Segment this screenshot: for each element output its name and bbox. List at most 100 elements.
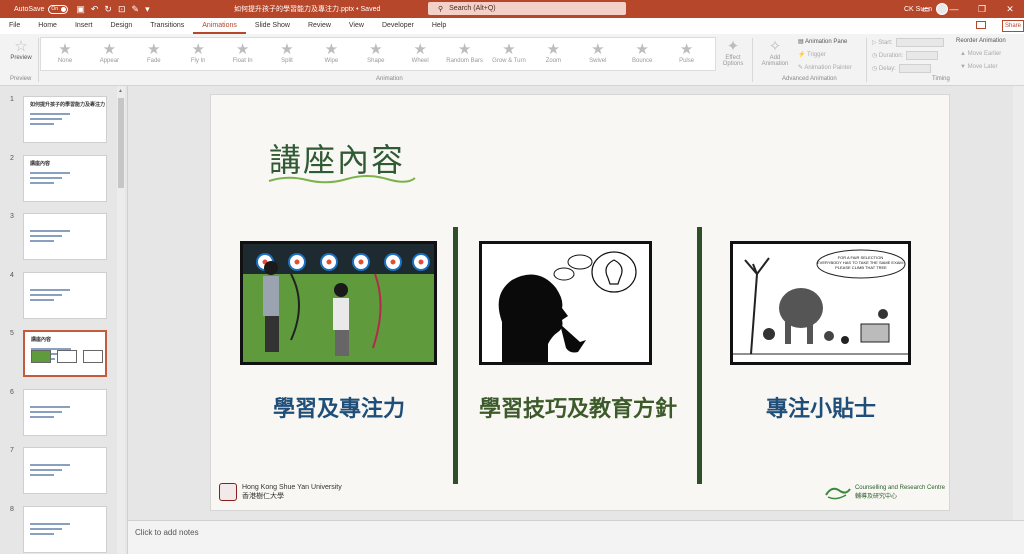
thumbnail-text-line: [30, 288, 70, 291]
title-bar: AutoSave On ▣ ↶ ↻ ⊡ ✎ ▾ 如何提升孩子的學習能力及專注力.…: [0, 0, 1024, 18]
duration-field[interactable]: ◷ Duration:: [872, 51, 939, 60]
thumbnail-text-line: [30, 123, 54, 125]
animation-none[interactable]: ★ None: [43, 41, 87, 64]
tab-animations[interactable]: Animations: [193, 18, 246, 34]
animation-wheel[interactable]: ★ Wheel: [398, 41, 442, 64]
star-icon: ★: [679, 41, 694, 58]
undo-icon[interactable]: ↶: [91, 4, 99, 15]
slide-thumbnail-7[interactable]: [23, 447, 107, 494]
thumbnail-text-line: [30, 171, 70, 174]
animation-zoom[interactable]: ★ Zoom: [531, 41, 575, 64]
slide-scrollbar[interactable]: [1013, 86, 1024, 520]
star-icon: ★: [324, 41, 339, 58]
thumbnail-number: 7: [10, 447, 14, 454]
thumbnail-text-line: [30, 176, 62, 179]
preview-button[interactable]: ☆ Preview: [6, 38, 36, 61]
animation-swivel[interactable]: ★ Swivel: [576, 41, 620, 64]
effect-options-button[interactable]: ✦ Effect Options: [718, 38, 748, 67]
separator: [38, 38, 39, 82]
tab-help[interactable]: Help: [423, 18, 455, 34]
search-icon: ⚲: [438, 5, 444, 13]
save-icon[interactable]: ▣: [76, 4, 85, 15]
restore-icon[interactable]: ❐: [968, 0, 996, 18]
slide-thumbnail-3[interactable]: [23, 213, 107, 260]
thumbnail-number: 1: [10, 96, 14, 103]
thumbnail-number: 5: [10, 330, 14, 337]
animation-float-in[interactable]: ★ Float In: [221, 41, 265, 64]
animation-split[interactable]: ★ Split: [265, 41, 309, 64]
add-animation-button[interactable]: ✧ Add Animation: [756, 38, 794, 67]
tab-transitions[interactable]: Transitions: [141, 18, 193, 34]
tab-insert[interactable]: Insert: [66, 18, 102, 34]
fair-selection-cartoon[interactable]: FOR A FAIR SELECTION EVERYBODY HAS TO TA…: [730, 241, 911, 365]
slide-thumbnail-8[interactable]: [23, 505, 107, 553]
animation-appear[interactable]: ★ Appear: [87, 41, 131, 64]
caption-focus-tips[interactable]: 專注小貼士: [723, 391, 919, 423]
animation-random-bars[interactable]: ★ Random Bars: [443, 41, 487, 64]
move-later-button[interactable]: ▼ Move Later: [960, 64, 998, 70]
caption-learning-skills[interactable]: 學習技巧及教育方針: [465, 391, 691, 423]
column-divider: [697, 227, 702, 484]
ribbon-options-icon[interactable]: ▭: [912, 0, 940, 18]
tab-file[interactable]: File: [0, 18, 29, 34]
search-box[interactable]: ⚲ Search (Alt+Q): [428, 2, 626, 15]
animation-gallery: ★ None ★ Appear ★ Fade ★ Fly In ★ Float In ★ Split ★…: [40, 37, 716, 71]
reorder-label: Reorder Animation: [956, 38, 1006, 44]
pen-icon[interactable]: ✎: [132, 4, 140, 15]
thumbnail-text-line: [30, 469, 62, 471]
animation-shape[interactable]: ★ Shape: [354, 41, 398, 64]
minimize-icon[interactable]: —: [940, 0, 968, 18]
thumbnail-text-line: [30, 293, 62, 296]
close-icon[interactable]: ✕: [996, 0, 1024, 18]
tab-review[interactable]: Review: [299, 18, 340, 34]
start-field[interactable]: ▷ Start:: [872, 38, 944, 47]
thumbnail-number: 8: [10, 505, 14, 513]
notes-pane[interactable]: Click to add notes: [128, 520, 1024, 554]
counselling-centre-logo: Counselling and Research Centre 輔導及研究中心: [822, 483, 945, 501]
animation-pane-button[interactable]: ▤ Animation Pane: [798, 38, 847, 45]
share-button[interactable]: Share: [1002, 20, 1024, 32]
shue-yan-logo: Hong Kong Shue Yan University 香港樹仁大學: [219, 483, 342, 501]
move-earlier-button[interactable]: ▲ Move Earlier: [960, 51, 1001, 57]
slide-thumbnail-4[interactable]: [23, 271, 107, 319]
delay-input[interactable]: [898, 64, 931, 73]
tab-developer[interactable]: Developer: [373, 18, 423, 34]
trigger-button[interactable]: ⚡ Trigger: [798, 51, 826, 58]
animation-painter-button[interactable]: ✎ Animation Painter: [798, 64, 852, 71]
animation-grow-turn[interactable]: ★ Grow & Turn: [487, 41, 531, 64]
tab-slide-show[interactable]: Slide Show: [246, 18, 299, 34]
thinking-silhouette-image[interactable]: [479, 241, 652, 365]
caption-learning-attention[interactable]: 學習及專注力: [239, 391, 439, 423]
thumbnails-scrollbar[interactable]: ▲: [117, 86, 125, 554]
current-slide[interactable]: 講座內容 FOR A FAIR SELECTION EVERYBODY HAS …: [210, 94, 950, 511]
delay-field[interactable]: ◷ Delay:: [872, 64, 931, 73]
animation-fade[interactable]: ★ Fade: [132, 41, 176, 64]
archery-photo[interactable]: [240, 241, 437, 365]
slide-thumbnail-1[interactable]: 如何提升孩子的學習能力及專注力: [23, 96, 107, 143]
tab-home[interactable]: Home: [29, 18, 66, 34]
present-icon[interactable]: ⊡: [118, 4, 126, 15]
thumbnail-text-line: [30, 532, 54, 535]
star-icon: ★: [235, 41, 250, 58]
duration-input[interactable]: [906, 51, 939, 60]
animation-fly-in[interactable]: ★ Fly In: [176, 41, 220, 64]
slide-thumbnail-5[interactable]: 講座內容: [23, 330, 107, 377]
animation-pulse[interactable]: ★ Pulse: [665, 41, 709, 64]
customize-icon[interactable]: ▾: [145, 4, 150, 15]
logo-left-chinese: 香港樹仁大學: [242, 492, 284, 500]
tab-design[interactable]: Design: [101, 18, 141, 34]
comments-icon[interactable]: [976, 21, 986, 29]
scroll-up-icon[interactable]: ▲: [118, 88, 123, 94]
redo-icon[interactable]: ↻: [104, 4, 112, 15]
notes-placeholder[interactable]: Click to add notes: [135, 528, 199, 537]
slide-thumbnail-6[interactable]: [23, 388, 107, 436]
slide-thumbnail-2[interactable]: 講座內容: [23, 154, 107, 202]
animation-wipe[interactable]: ★ Wipe: [309, 41, 353, 64]
start-dropdown[interactable]: [895, 38, 944, 47]
thumbnail-number: 2: [10, 154, 14, 162]
autosave-toggle[interactable]: On: [48, 4, 69, 14]
tab-view[interactable]: View: [340, 18, 373, 34]
scrollbar-thumb[interactable]: [118, 98, 124, 188]
star-icon: ★: [546, 41, 561, 58]
animation-bounce[interactable]: ★ Bounce: [620, 41, 664, 64]
